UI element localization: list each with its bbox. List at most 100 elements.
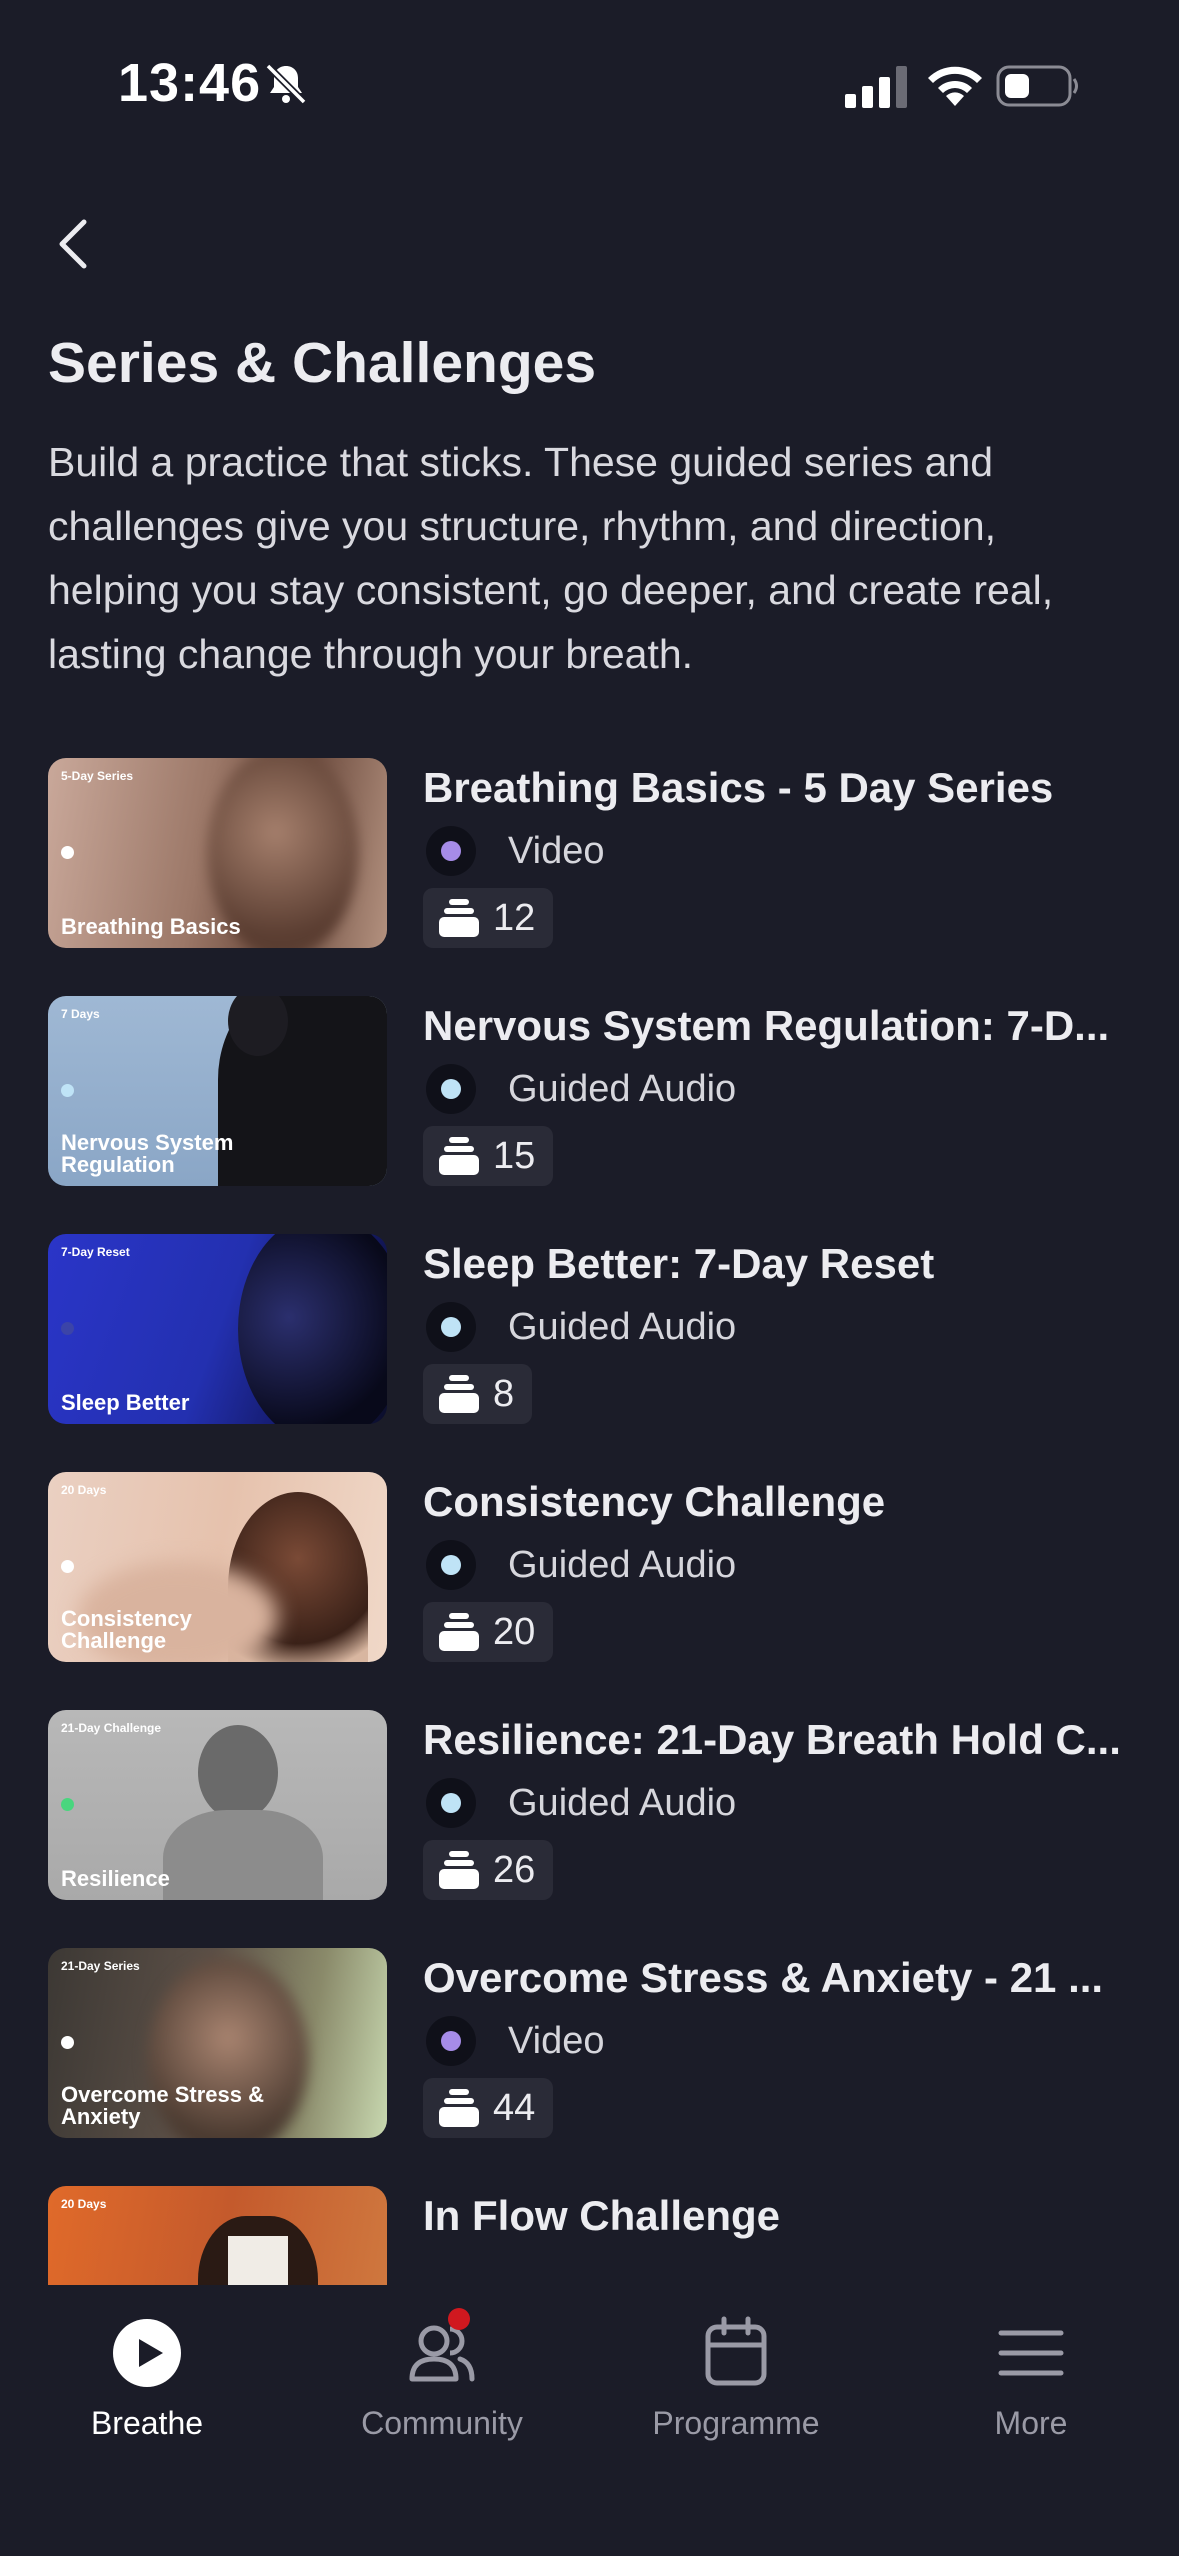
series-item[interactable]: 7 Days Nervous System Regulation Nervous… bbox=[48, 996, 1158, 1188]
session-count: 15 bbox=[493, 1134, 536, 1177]
bell-muted-icon bbox=[265, 63, 307, 105]
thumbnail-tag: 20 Days bbox=[61, 1483, 107, 1497]
video-dot-icon bbox=[441, 841, 461, 861]
stack-icon bbox=[439, 1851, 479, 1889]
session-count: 20 bbox=[493, 1610, 536, 1653]
media-type-label: Guided Audio bbox=[508, 1068, 737, 1110]
series-thumbnail: 21-Day Series Overcome Stress & Anxiety bbox=[48, 1948, 387, 2138]
tab-bar: Breathe Community Programme More bbox=[0, 2285, 1179, 2556]
series-name: Nervous System Regulation: 7-D... bbox=[423, 1002, 1110, 1049]
session-count: 12 bbox=[493, 896, 536, 939]
media-type-indicator bbox=[426, 2016, 476, 2066]
stack-icon bbox=[439, 899, 479, 937]
page-description: Build a practice that sticks. These guid… bbox=[48, 439, 1054, 677]
series-name: Resilience: 21-Day Breath Hold C... bbox=[423, 1716, 1121, 1763]
thumbnail-title: Breathing Basics bbox=[61, 914, 241, 939]
thumbnail-dot bbox=[61, 1322, 74, 1335]
media-type-label: Guided Audio bbox=[508, 1306, 737, 1348]
media-type-label: Video bbox=[508, 2020, 605, 2062]
media-type-indicator bbox=[426, 1540, 476, 1590]
battery-icon bbox=[996, 65, 1078, 107]
series-name: Sleep Better: 7-Day Reset bbox=[423, 1240, 935, 1287]
tab-label: Programme bbox=[652, 2405, 820, 2441]
stack-icon bbox=[439, 2089, 479, 2127]
media-type-label: Guided Audio bbox=[508, 1782, 737, 1824]
series-thumbnail: 5-Day Series Breathing Basics bbox=[48, 758, 387, 948]
thumbnail-tag: 21-Day Challenge bbox=[61, 1721, 162, 1735]
thumbnail-tag: 7 Days bbox=[61, 1007, 100, 1021]
wifi-icon bbox=[928, 66, 982, 106]
thumbnail-tag: 20 Days bbox=[61, 2197, 107, 2211]
media-type-label: Guided Audio bbox=[508, 1544, 737, 1586]
session-count-badge: 44 bbox=[423, 2078, 554, 2138]
media-type-indicator bbox=[426, 1302, 476, 1352]
thumbnail-tag: 5-Day Series bbox=[61, 769, 134, 783]
session-count-badge: 8 bbox=[423, 1364, 533, 1424]
series-thumbnail: 7-Day Reset Sleep Better bbox=[48, 1234, 387, 1424]
series-item[interactable]: 5-Day Series Breathing Basics Breathing … bbox=[48, 758, 1158, 950]
tab-breathe[interactable]: Breathe bbox=[37, 2313, 257, 2453]
series-thumbnail: 21-Day Challenge Resilience bbox=[48, 1710, 387, 1900]
thumbnail-title: Resilience bbox=[61, 1866, 170, 1891]
media-type-indicator bbox=[426, 826, 476, 876]
thumbnail-dot bbox=[61, 1560, 74, 1573]
tab-label: Breathe bbox=[90, 2405, 204, 2441]
media-type-label: Video bbox=[508, 830, 605, 872]
session-count: 26 bbox=[493, 1848, 536, 1891]
series-item[interactable]: 21-Day Series Overcome Stress & Anxiety … bbox=[48, 1948, 1158, 2140]
series-name: Consistency Challenge bbox=[423, 1478, 886, 1525]
series-thumbnail: 20 Days bbox=[48, 2186, 387, 2288]
tab-more[interactable]: More bbox=[921, 2313, 1141, 2453]
thumbnail-title: Consistency Challenge bbox=[61, 1606, 192, 1653]
tab-label: More bbox=[994, 2405, 1068, 2441]
series-thumbnail: 20 Days Consistency Challenge bbox=[48, 1472, 387, 1662]
series-item[interactable]: 7-Day Reset Sleep Better Sleep Better: 7… bbox=[48, 1234, 1158, 1426]
stack-icon bbox=[439, 1613, 479, 1651]
thumbnail-tag: 7-Day Reset bbox=[61, 1245, 130, 1259]
session-count: 44 bbox=[493, 2086, 536, 2129]
status-bar: 13:46 bbox=[0, 0, 1179, 150]
play-circle-icon bbox=[113, 2319, 181, 2387]
thumbnail-dot bbox=[61, 1798, 74, 1811]
page-title: Series & Challenges bbox=[48, 331, 597, 395]
tab-label: Community bbox=[361, 2405, 523, 2441]
calendar-icon bbox=[705, 2316, 767, 2386]
audio-dot-icon bbox=[441, 1079, 461, 1099]
tab-programme[interactable]: Programme bbox=[626, 2313, 846, 2453]
video-dot-icon bbox=[441, 2031, 461, 2051]
tab-community[interactable]: Community bbox=[332, 2313, 552, 2453]
status-time: 13:46 bbox=[118, 53, 262, 113]
thumbnail-title: Nervous System Regulation bbox=[61, 1130, 234, 1177]
stack-icon bbox=[439, 1375, 479, 1413]
series-item[interactable]: 20 Days In Flow Challenge bbox=[48, 2186, 1158, 2288]
thumbnail-title: Sleep Better bbox=[61, 1390, 190, 1415]
thumbnail-dot bbox=[61, 1084, 74, 1097]
session-count-badge: 20 bbox=[423, 1602, 554, 1662]
session-count-badge: 15 bbox=[423, 1126, 554, 1186]
series-name: Breathing Basics - 5 Day Series bbox=[423, 764, 1054, 811]
session-count: 8 bbox=[493, 1372, 515, 1415]
thumbnail-tag: 21-Day Series bbox=[61, 1959, 140, 1973]
menu-icon bbox=[998, 2330, 1064, 2376]
series-item[interactable]: 20 Days Consistency Challenge Consistenc… bbox=[48, 1472, 1158, 1664]
thumbnail-title: Overcome Stress & Anxiety bbox=[61, 2082, 264, 2129]
back-chevron-icon[interactable] bbox=[46, 212, 102, 276]
notification-badge bbox=[448, 2308, 470, 2330]
media-type-indicator bbox=[426, 1064, 476, 1114]
session-count-badge: 26 bbox=[423, 1840, 554, 1900]
series-name: Overcome Stress & Anxiety - 21 ... bbox=[423, 1954, 1104, 2001]
media-type-indicator bbox=[426, 1778, 476, 1828]
cellular-signal-icon bbox=[845, 66, 907, 108]
thumbnail-dot bbox=[61, 2036, 74, 2049]
audio-dot-icon bbox=[441, 1317, 461, 1337]
audio-dot-icon bbox=[441, 1793, 461, 1813]
series-item[interactable]: 21-Day Challenge Resilience Resilience: … bbox=[48, 1710, 1158, 1902]
stack-icon bbox=[439, 1137, 479, 1175]
audio-dot-icon bbox=[441, 1555, 461, 1575]
series-list: 5-Day Series Breathing Basics Breathing … bbox=[0, 758, 1179, 2288]
users-icon bbox=[409, 2325, 475, 2382]
series-name: In Flow Challenge bbox=[423, 2192, 781, 2239]
thumbnail-dot bbox=[61, 846, 74, 859]
series-thumbnail: 7 Days Nervous System Regulation bbox=[48, 996, 387, 1186]
session-count-badge: 12 bbox=[423, 888, 554, 948]
